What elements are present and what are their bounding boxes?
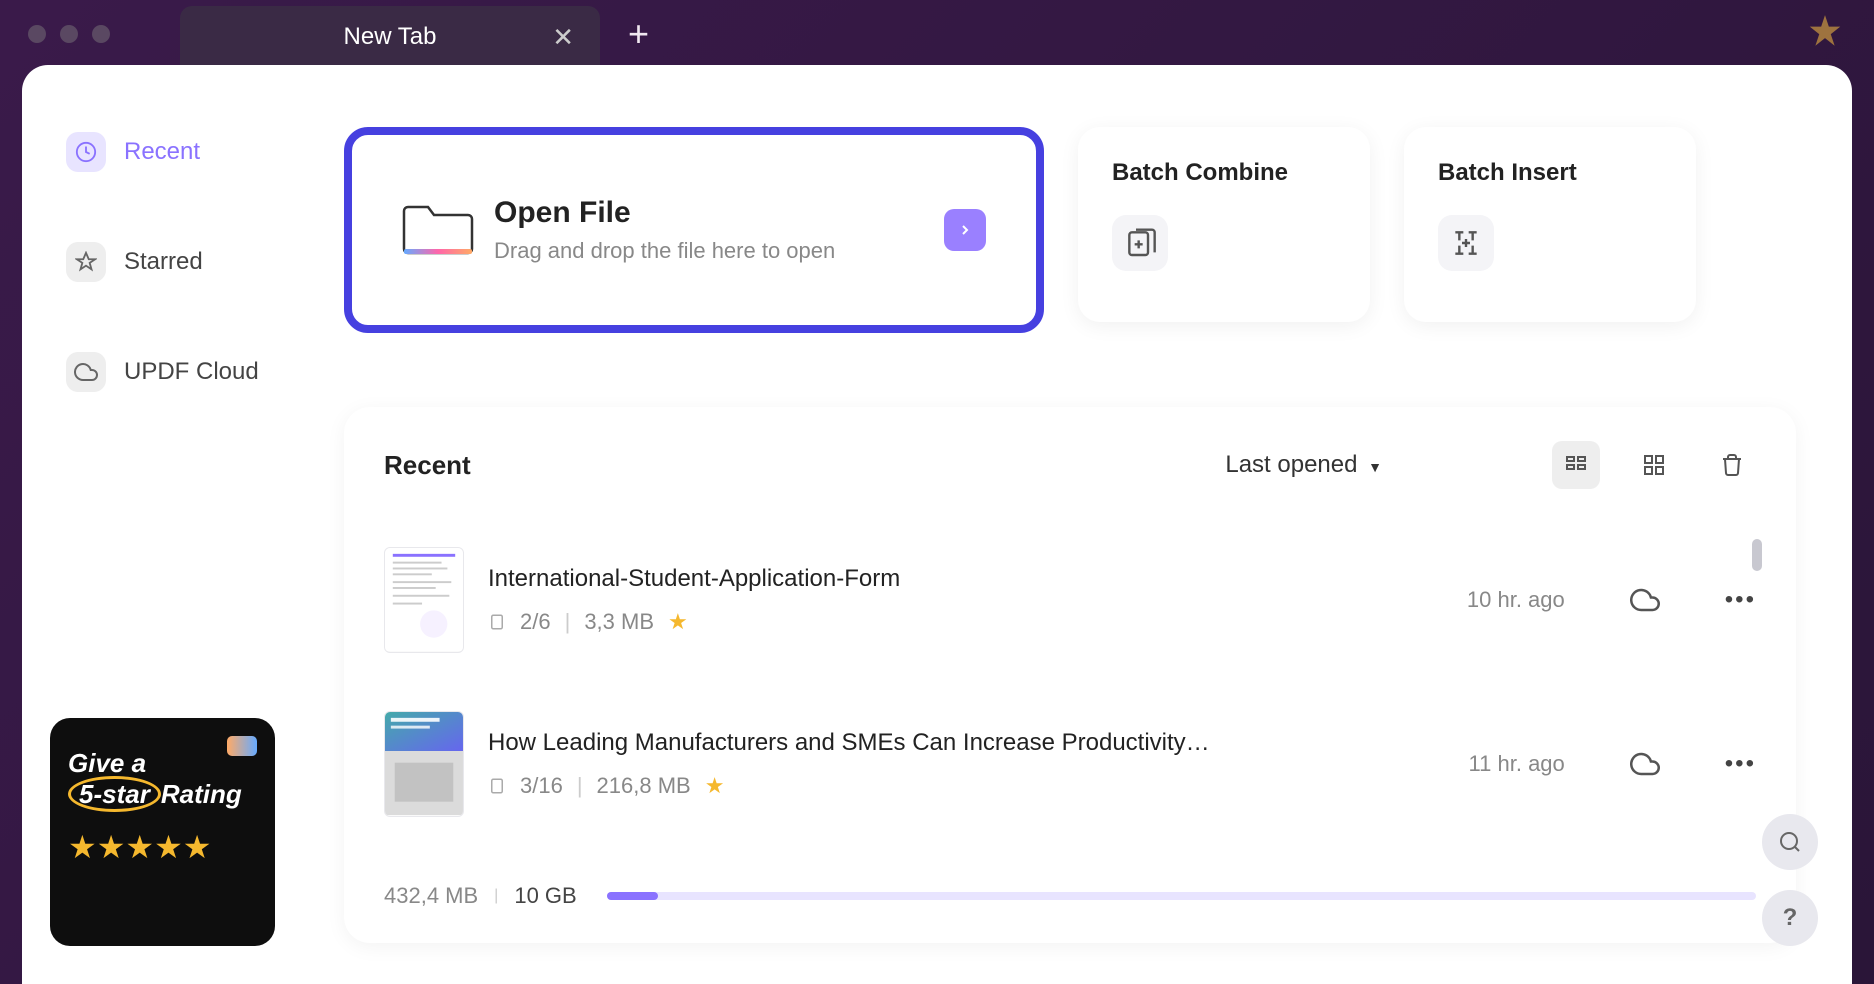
sidebar-item-recent[interactable]: Recent [52,117,278,187]
help-icon: ? [1783,904,1798,932]
list-view-icon [1564,453,1588,477]
tab-label: New Tab [344,23,437,51]
scrollbar-thumb[interactable] [1752,539,1762,571]
batch-insert-icon [1438,215,1494,271]
sort-label: Last opened [1225,451,1357,478]
file-name: How Leading Manufacturers and SMEs Can I… [488,729,1381,757]
open-file-dropzone[interactable]: Open File Drag and drop the file here to… [344,127,1044,333]
storage-used: 432,4 MB [384,883,478,909]
file-thumbnail [384,711,464,817]
minimize-window-icon[interactable] [60,25,78,43]
file-size: 216,8 MB [597,773,691,799]
sidebar-item-cloud[interactable]: UPDF Cloud [52,337,278,407]
cloud-icon [74,360,98,384]
sidebar-item-label: Starred [124,248,203,276]
file-pages: 3/16 [520,773,563,799]
app-logo [1804,13,1846,55]
close-tab-icon[interactable]: ✕ [552,22,574,53]
grid-view-icon [1642,453,1666,477]
search-icon [1778,830,1802,854]
file-time: 11 hr. ago [1405,751,1565,777]
file-more-button[interactable]: ••• [1725,586,1756,614]
search-button[interactable] [1762,814,1818,870]
browser-tab[interactable]: New Tab ✕ [180,6,600,68]
star-icon: ★ [668,609,688,635]
sidebar-item-starred[interactable]: Starred [52,227,278,297]
storage-progress-bar [607,892,1756,900]
promo-badge-icon [227,736,257,756]
list-view-button[interactable] [1552,441,1600,489]
grid-view-button[interactable] [1630,441,1678,489]
trash-icon [1720,453,1744,477]
cloud-icon [1630,585,1660,615]
new-tab-button[interactable]: + [628,13,649,55]
batch-combine-icon [1112,215,1168,271]
window-controls[interactable] [28,25,110,43]
sort-dropdown[interactable]: Last opened ▼ [1225,451,1382,479]
file-row[interactable]: How Leading Manufacturers and SMEs Can I… [384,703,1756,867]
file-name: International-Student-Application-Form [488,565,1381,593]
cloud-icon [1630,749,1660,779]
star-icon [75,251,97,273]
promo-text: 5-star [68,776,161,812]
sidebar-item-label: Recent [124,138,200,166]
batch-insert-card[interactable]: Batch Insert [1404,127,1696,322]
batch-card-title: Batch Combine [1112,159,1336,187]
cloud-sync-button[interactable] [1625,585,1665,615]
file-time: 10 hr. ago [1405,587,1565,613]
delete-button[interactable] [1708,441,1756,489]
close-window-icon[interactable] [28,25,46,43]
file-size: 3,3 MB [584,609,654,635]
cloud-sync-button[interactable] [1625,749,1665,779]
star-icon: ★ [705,773,725,799]
batch-card-title: Batch Insert [1438,159,1662,187]
file-pages: 2/6 [520,609,551,635]
file-icon [488,777,506,795]
file-icon [488,613,506,631]
folder-icon [402,197,474,263]
maximize-window-icon[interactable] [92,25,110,43]
chevron-down-icon: ▼ [1368,459,1382,475]
rating-promo-card[interactable]: Give a 5-starRating ★★★★★ [50,718,275,946]
file-more-button[interactable]: ••• [1725,750,1756,778]
sidebar-item-label: UPDF Cloud [124,358,259,386]
batch-combine-card[interactable]: Batch Combine [1078,127,1370,322]
open-file-chevron-button[interactable] [944,209,986,251]
file-row[interactable]: International-Student-Application-Form 2… [384,539,1756,703]
clock-icon [75,141,97,163]
help-button[interactable]: ? [1762,890,1818,946]
promo-stars-icon: ★★★★★ [68,828,257,866]
chevron-right-icon [957,222,973,238]
recent-section-title: Recent [384,450,471,481]
open-file-title: Open File [494,196,924,230]
promo-text: Rating [161,779,242,810]
open-file-subtitle: Drag and drop the file here to open [494,238,924,264]
file-thumbnail [384,547,464,653]
storage-total: 10 GB [514,883,576,909]
